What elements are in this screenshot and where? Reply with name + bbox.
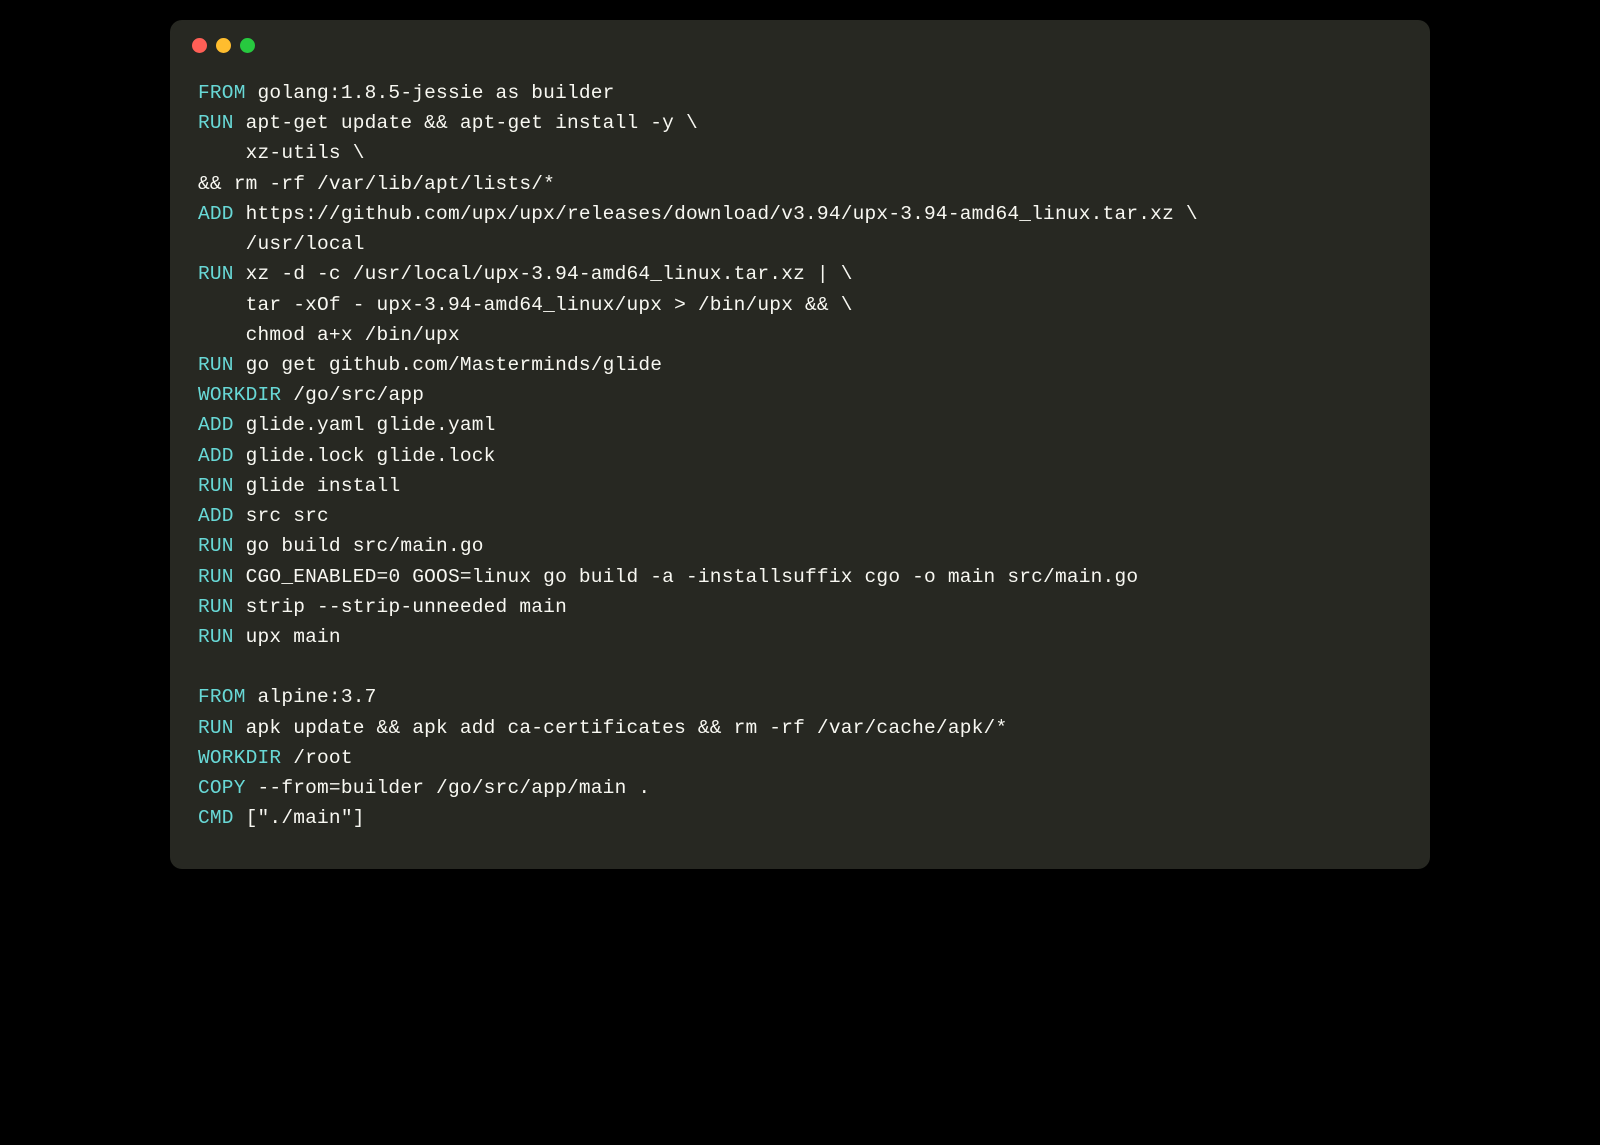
text-token: xz-utils \ (198, 142, 365, 164)
keyword-token: RUN (198, 717, 234, 739)
code-line: RUN glide install (198, 471, 1402, 501)
code-line (198, 652, 1402, 682)
keyword-token: ADD (198, 505, 234, 527)
code-line: WORKDIR /root (198, 743, 1402, 773)
keyword-token: RUN (198, 263, 234, 285)
minimize-icon[interactable] (216, 38, 231, 53)
text-token: apt-get update && apt-get install -y \ (234, 112, 698, 134)
keyword-token: WORKDIR (198, 747, 281, 769)
code-line: RUN xz -d -c /usr/local/upx-3.94-amd64_l… (198, 259, 1402, 289)
code-line: ADD glide.yaml glide.yaml (198, 410, 1402, 440)
code-line: WORKDIR /go/src/app (198, 380, 1402, 410)
code-line: && rm -rf /var/lib/apt/lists/* (198, 169, 1402, 199)
text-token: /root (281, 747, 352, 769)
keyword-token: CMD (198, 807, 234, 829)
text-token: go get github.com/Masterminds/glide (234, 354, 662, 376)
code-line: RUN go build src/main.go (198, 531, 1402, 561)
text-token: go build src/main.go (234, 535, 484, 557)
text-token: && rm -rf /var/lib/apt/lists/* (198, 173, 555, 195)
keyword-token: RUN (198, 566, 234, 588)
text-token: chmod a+x /bin/upx (198, 324, 460, 346)
keyword-token: ADD (198, 445, 234, 467)
keyword-token: ADD (198, 203, 234, 225)
code-line: ADD glide.lock glide.lock (198, 441, 1402, 471)
code-line: chmod a+x /bin/upx (198, 320, 1402, 350)
text-token: /usr/local (198, 233, 365, 255)
text-token: apk update && apk add ca-certificates &&… (234, 717, 1008, 739)
keyword-token: RUN (198, 112, 234, 134)
text-token: strip --strip-unneeded main (234, 596, 567, 618)
code-line: RUN strip --strip-unneeded main (198, 592, 1402, 622)
text-token: https://github.com/upx/upx/releases/down… (234, 203, 1198, 225)
code-line: FROM golang:1.8.5-jessie as builder (198, 78, 1402, 108)
keyword-token: RUN (198, 596, 234, 618)
text-token: ["./main"] (234, 807, 365, 829)
code-line: RUN apk update && apk add ca-certificate… (198, 713, 1402, 743)
text-token: tar -xOf - upx-3.94-amd64_linux/upx > /b… (198, 294, 853, 316)
keyword-token: COPY (198, 777, 246, 799)
text-token: /go/src/app (281, 384, 424, 406)
keyword-token: RUN (198, 354, 234, 376)
text-token: glide install (234, 475, 401, 497)
code-line: xz-utils \ (198, 138, 1402, 168)
text-token: glide.yaml glide.yaml (234, 414, 496, 436)
text-token: upx main (234, 626, 341, 648)
text-token: src src (234, 505, 329, 527)
text-token: golang:1.8.5-jessie as builder (246, 82, 615, 104)
code-line: ADD src src (198, 501, 1402, 531)
code-line: RUN apt-get update && apt-get install -y… (198, 108, 1402, 138)
text-token: xz -d -c /usr/local/upx-3.94-amd64_linux… (234, 263, 853, 285)
code-block: FROM golang:1.8.5-jessie as builderRUN a… (170, 70, 1430, 869)
text-token: alpine:3.7 (246, 686, 377, 708)
code-line: CMD ["./main"] (198, 803, 1402, 833)
code-line: /usr/local (198, 229, 1402, 259)
keyword-token: ADD (198, 414, 234, 436)
code-line: RUN go get github.com/Masterminds/glide (198, 350, 1402, 380)
text-token: CGO_ENABLED=0 GOOS=linux go build -a -in… (234, 566, 1139, 588)
text-token: --from=builder /go/src/app/main . (246, 777, 651, 799)
keyword-token: RUN (198, 535, 234, 557)
code-line: COPY --from=builder /go/src/app/main . (198, 773, 1402, 803)
keyword-token: FROM (198, 82, 246, 104)
keyword-token: WORKDIR (198, 384, 281, 406)
titlebar (170, 20, 1430, 70)
maximize-icon[interactable] (240, 38, 255, 53)
keyword-token: RUN (198, 475, 234, 497)
code-line: RUN upx main (198, 622, 1402, 652)
code-line: tar -xOf - upx-3.94-amd64_linux/upx > /b… (198, 290, 1402, 320)
text-token: glide.lock glide.lock (234, 445, 496, 467)
code-line: RUN CGO_ENABLED=0 GOOS=linux go build -a… (198, 562, 1402, 592)
keyword-token: RUN (198, 626, 234, 648)
code-line: ADD https://github.com/upx/upx/releases/… (198, 199, 1402, 229)
terminal-window: FROM golang:1.8.5-jessie as builderRUN a… (170, 20, 1430, 869)
close-icon[interactable] (192, 38, 207, 53)
keyword-token: FROM (198, 686, 246, 708)
code-line: FROM alpine:3.7 (198, 682, 1402, 712)
